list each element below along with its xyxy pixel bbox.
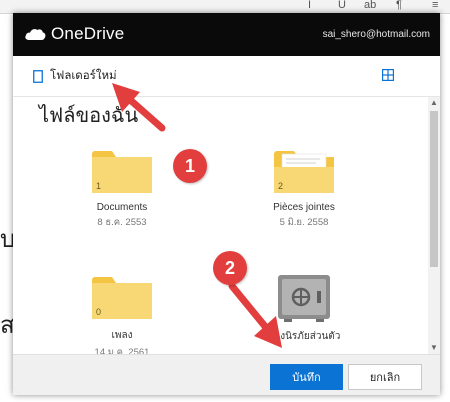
annotation-arrows [112, 83, 282, 348]
arrow-to-new-folder-icon [112, 83, 166, 132]
arrow-to-save-button-icon [228, 282, 282, 348]
annotation-badge-1: 1 [173, 149, 207, 183]
annotation-badge-2: 2 [213, 251, 247, 285]
